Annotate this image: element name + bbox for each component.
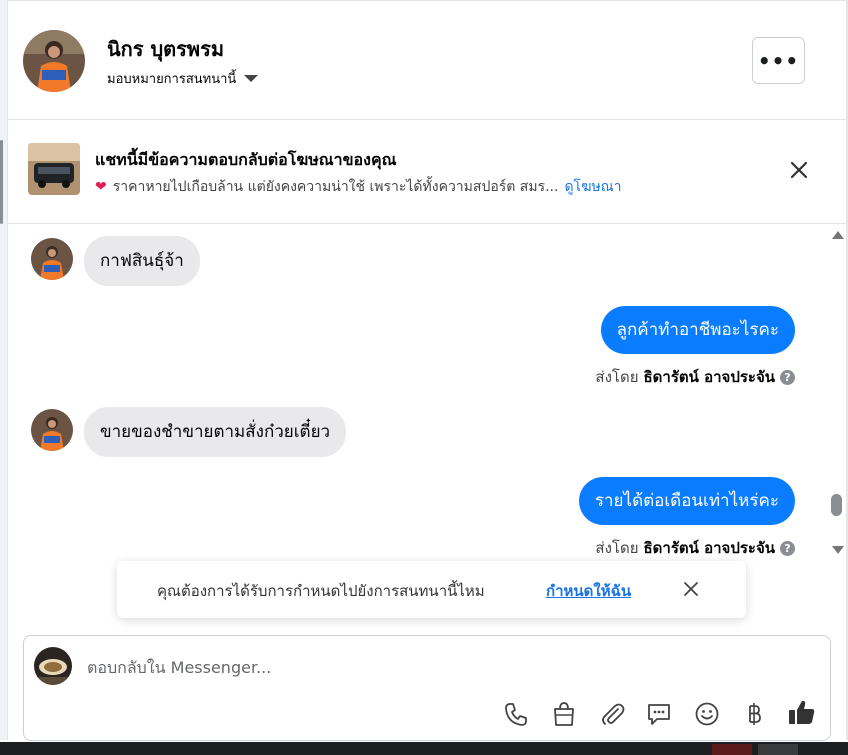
assign-prompt-text: คุณต้องการได้รับการกำหนดไปยังการสนทนานี้… <box>157 582 485 600</box>
sent-by-label: ส่งโดย ธิดารัตน์ อาจประจัน ? <box>595 365 795 389</box>
close-icon[interactable] <box>682 580 700 598</box>
scrollbar-thumb[interactable] <box>831 494 842 516</box>
help-icon[interactable]: ? <box>780 369 795 385</box>
contact-avatar[interactable] <box>23 30 85 92</box>
sent-by-label: ส่งโดย ธิดารัตน์ อาจประจัน ? <box>595 536 795 558</box>
message-bubble-incoming[interactable]: ขายของชำขายตามสั่งก๋วยเตี๋ยว <box>84 407 347 457</box>
sent-by-name: ธิดารัตน์ อาจประจัน <box>643 368 776 386</box>
contact-name: นิกร บุตรพรม <box>107 37 225 61</box>
help-icon[interactable]: ? <box>780 540 795 556</box>
window-frame-left <box>0 0 8 740</box>
assign-label: มอบหมายการสนทนานี้ <box>107 72 237 87</box>
saved-reply-icon[interactable] <box>645 700 673 728</box>
message-scrollbar[interactable] <box>828 224 846 558</box>
taskbar-item[interactable] <box>758 744 798 755</box>
ad-banner-title: แชทนี้มีข้อความตอบกลับต่อโฆษณาของคุณ <box>95 150 397 169</box>
ad-thumbnail[interactable] <box>28 143 80 195</box>
assign-to-me-link[interactable]: กำหนดให้ฉัน <box>546 579 631 603</box>
window-edge-marker <box>0 140 3 224</box>
contact-avatar-small <box>31 238 73 280</box>
close-icon[interactable] <box>788 159 810 181</box>
taskbar <box>0 742 848 755</box>
thumbs-up-icon[interactable] <box>787 697 817 727</box>
message-bubble-outgoing[interactable]: ลูกค้าทำอาชีพอะไรคะ <box>600 306 795 354</box>
message-bubble-outgoing[interactable]: รายได้ต่อเดือนเท่าไหร่คะ <box>578 477 795 525</box>
scroll-down-arrow-icon[interactable] <box>832 546 844 554</box>
ad-reply-banner: แชทนี้มีข้อความตอบกลับต่อโฆษณาของคุณ ❤ ร… <box>8 119 846 224</box>
contact-avatar-small <box>31 409 73 451</box>
reply-input[interactable]: ตอบกลับใน Messenger... <box>87 656 271 681</box>
emoji-icon[interactable] <box>693 700 721 728</box>
paperclip-icon[interactable] <box>598 700 626 728</box>
message-list[interactable]: กาฟสินธุ์จ้า ลูกค้าทำอาชีพอะไรคะ ส่งโดย … <box>8 224 828 558</box>
ad-banner-text: ❤ ราคาหายไปเกือบล้าน แต่ยังคงความน่าใช้ … <box>95 176 622 198</box>
page-avatar <box>34 647 72 685</box>
chevron-down-icon <box>244 75 259 82</box>
scroll-up-arrow-icon[interactable] <box>832 231 844 239</box>
taskbar-item[interactable] <box>712 744 752 755</box>
assign-prompt-toast: คุณต้องการได้รับการกำหนดไปยังการสนทนานี้… <box>117 561 746 618</box>
view-ad-link[interactable]: ดูโฆษณา <box>564 176 621 198</box>
sent-by-prefix: ส่งโดย <box>595 368 639 386</box>
phone-icon[interactable] <box>502 700 530 728</box>
shopping-bag-icon[interactable] <box>550 700 578 728</box>
baht-icon[interactable] <box>740 700 768 728</box>
message-bubble-incoming[interactable]: กาฟสินธุ์จ้า <box>84 236 200 286</box>
reply-composer: ตอบกลับใน Messenger... <box>23 635 831 741</box>
assign-conversation-dropdown[interactable]: มอบหมายการสนทนานี้ <box>107 68 259 89</box>
sent-by-prefix: ส่งโดย <box>595 539 639 557</box>
sent-by-name: ธิดารัตน์ อาจประจัน <box>643 539 776 557</box>
ad-description: ราคาหายไปเกือบล้าน แต่ยังคงความน่าใช้ เพ… <box>112 179 559 195</box>
heart-icon: ❤ <box>95 179 107 195</box>
more-options-button[interactable]: ••• <box>752 37 805 84</box>
conversation-header: นิกร บุตรพรม มอบหมายการสนทนานี้ ••• <box>8 0 846 120</box>
